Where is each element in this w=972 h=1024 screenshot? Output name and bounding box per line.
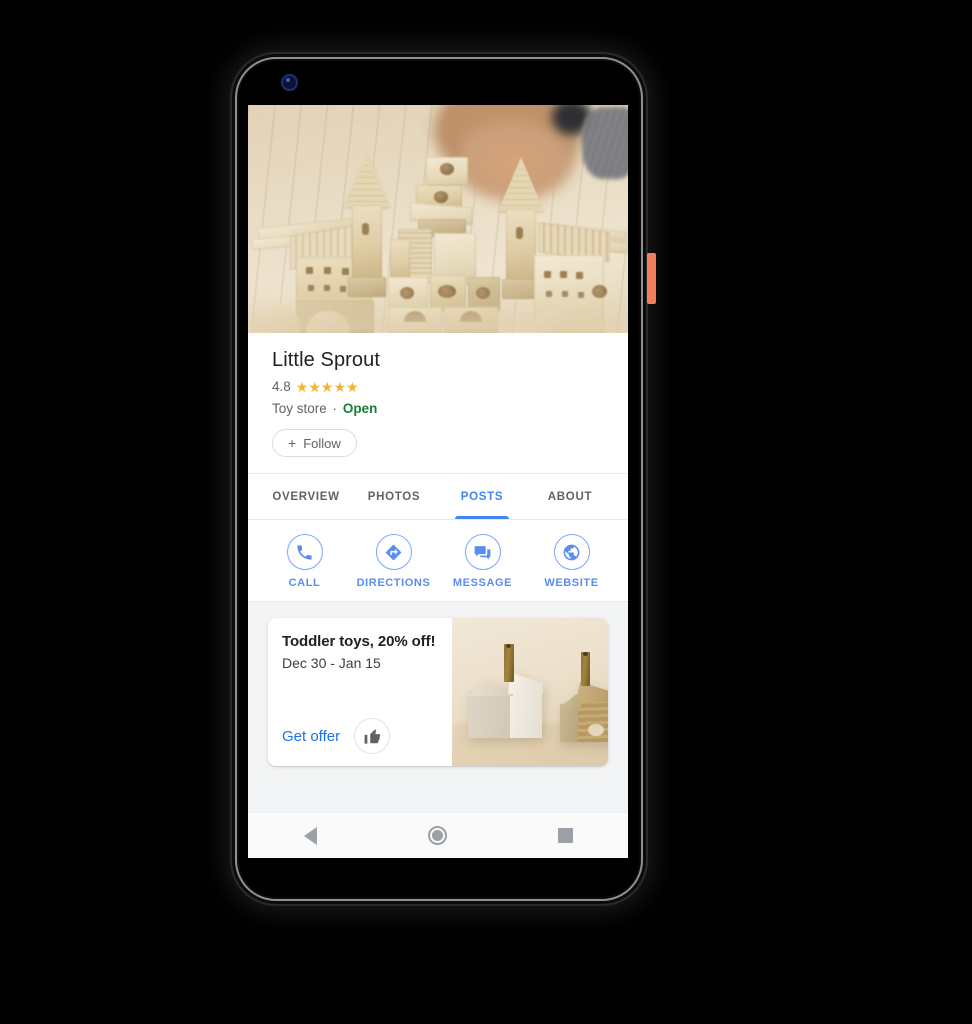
back-triangle-icon[interactable] [303, 826, 317, 845]
post-content: Toddler toys, 20% off! Dec 30 - Jan 15 G… [268, 618, 452, 766]
posts-list: Toddler toys, 20% off! Dec 30 - Jan 15 G… [248, 602, 628, 812]
tab-label: POSTS [460, 490, 504, 503]
website-button-label: WEBSITE [544, 577, 599, 589]
tab-label: OVERVIEW [272, 490, 340, 503]
business-hero-photo[interactable] [248, 105, 628, 333]
post-title: Toddler toys, 20% off! [282, 633, 436, 650]
open-status-badge: Open [342, 401, 378, 416]
toy-chimney-wood [581, 652, 590, 686]
star-icon: ★ [295, 378, 309, 395]
phone-icon [286, 534, 323, 570]
phone-screen: Little Sprout 4.8 ★ ★ ★ ★ ★ Toy store · … [248, 105, 628, 858]
tab-label: ABOUT [547, 490, 593, 503]
separator-dot: · [332, 401, 338, 416]
post-card[interactable]: Toddler toys, 20% off! Dec 30 - Jan 15 G… [268, 618, 608, 766]
message-icon [464, 534, 501, 570]
website-button[interactable]: WEBSITE [527, 534, 616, 589]
toy-house-wood [559, 680, 608, 742]
front-camera-icon [283, 76, 296, 89]
directions-icon [375, 534, 412, 570]
tab-posts[interactable]: POSTS [438, 474, 526, 519]
star-icon: ★ [308, 378, 321, 395]
business-info-section: Little Sprout 4.8 ★ ★ ★ ★ ★ Toy store · … [248, 333, 628, 474]
android-navigation-bar [248, 812, 628, 858]
hero-depth-blur [248, 287, 628, 333]
screenshot-canvas: Little Sprout 4.8 ★ ★ ★ ★ ★ Toy store · … [0, 0, 972, 1024]
star-icon: ★ [333, 378, 347, 395]
call-button-label: CALL [288, 577, 321, 589]
tab-photos[interactable]: PHOTOS [350, 474, 438, 519]
thumbs-up-button[interactable] [354, 718, 391, 754]
business-category: Toy store [272, 401, 327, 416]
directions-button-label: DIRECTIONS [356, 577, 431, 589]
message-button[interactable]: MESSAGE [438, 534, 527, 589]
action-button-row: CALL DIRECTIONS MESSAGE WEBSITE [248, 520, 628, 602]
home-circle-icon[interactable] [427, 826, 447, 845]
star-icon: ★ [320, 378, 334, 395]
tab-about[interactable]: ABOUT [526, 474, 614, 519]
message-button-label: MESSAGE [452, 577, 513, 589]
post-date-range: Dec 30 - Jan 15 [282, 655, 381, 671]
tab-bar: OVERVIEW PHOTOS POSTS ABOUT [248, 474, 628, 520]
post-photo [452, 618, 608, 766]
call-button[interactable]: CALL [260, 534, 349, 589]
post-actions: Get offer [282, 718, 440, 754]
toy-chimney-white [504, 644, 514, 682]
get-offer-link[interactable]: Get offer [282, 728, 340, 745]
follow-button-label: Follow [303, 435, 341, 451]
plus-icon: + [288, 435, 297, 451]
business-name: Little Sprout [272, 349, 381, 371]
thumbs-up-icon [364, 728, 380, 744]
star-rating-icons: ★ ★ ★ ★ ★ [296, 380, 359, 394]
follow-button[interactable]: + Follow [272, 429, 357, 457]
recents-square-icon[interactable] [557, 828, 573, 843]
tab-overview[interactable]: OVERVIEW [262, 474, 350, 519]
rating-row: 4.8 ★ ★ ★ ★ ★ [272, 379, 604, 394]
category-status-row: Toy store · Open [272, 401, 604, 416]
globe-icon [553, 534, 590, 570]
star-icon: ★ [346, 378, 359, 395]
tab-label: PHOTOS [367, 490, 421, 503]
rating-value: 4.8 [272, 379, 291, 394]
power-button[interactable] [647, 253, 656, 304]
directions-button[interactable]: DIRECTIONS [349, 534, 438, 589]
